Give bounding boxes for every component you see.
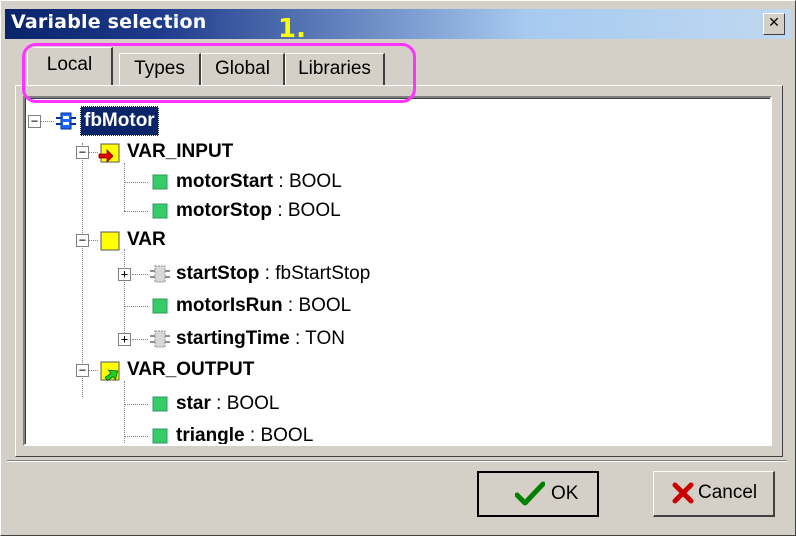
- function-block-icon: [56, 112, 76, 130]
- close-icon: ✕: [768, 15, 780, 31]
- expand-toggle[interactable]: +: [118, 333, 131, 346]
- tree-connector: [124, 404, 148, 405]
- title-bar[interactable]: Variable selection ✕: [5, 9, 791, 39]
- local-folder-icon: [100, 231, 120, 251]
- tree-item[interactable]: motorIsRun : BOOL: [176, 291, 351, 321]
- tree-connector: [124, 381, 125, 443]
- variable-selection-dialog: Variable selection ✕ 1. Local Types Glob…: [0, 0, 796, 536]
- tree-item[interactable]: startStop : fbStartStop: [176, 259, 370, 289]
- tree-item[interactable]: startingTime : TON: [176, 324, 345, 354]
- tree-connector: [124, 436, 148, 437]
- variable-icon: [152, 174, 168, 190]
- variable-icon: [152, 298, 168, 314]
- collapse-toggle[interactable]: −: [28, 115, 41, 128]
- x-mark-icon: [672, 482, 694, 504]
- tab-global[interactable]: Global: [201, 53, 285, 85]
- tab-local[interactable]: Local: [27, 47, 113, 85]
- annotation-number: 1.: [278, 14, 306, 44]
- instance-icon: [150, 265, 170, 283]
- input-folder-icon: [98, 143, 120, 163]
- output-folder-icon: [100, 361, 120, 382]
- checkmark-icon: [515, 481, 545, 506]
- tree-connector: [124, 306, 148, 307]
- ok-label: OK: [551, 483, 579, 504]
- close-button[interactable]: ✕: [763, 13, 785, 35]
- cancel-button[interactable]: Cancel: [653, 471, 775, 517]
- tree-connector: [132, 339, 148, 340]
- tree-connector: [132, 274, 148, 275]
- tree-group-var[interactable]: VAR: [127, 225, 166, 255]
- tree-connector: [88, 370, 98, 371]
- collapse-toggle[interactable]: −: [76, 146, 89, 159]
- collapse-toggle[interactable]: −: [76, 364, 89, 377]
- tree-connector: [124, 249, 125, 341]
- tree-connector: [124, 182, 148, 183]
- variable-icon: [152, 203, 168, 219]
- tree-item[interactable]: motorStop : BOOL: [176, 196, 341, 226]
- tree-connector: [82, 143, 83, 397]
- variable-icon: [152, 396, 168, 412]
- instance-icon: [150, 330, 170, 348]
- tree-item[interactable]: motorStart : BOOL: [176, 167, 342, 197]
- tree-group-var-output[interactable]: VAR_OUTPUT: [127, 355, 254, 385]
- expand-toggle[interactable]: +: [118, 268, 131, 281]
- tree-connector: [88, 240, 98, 241]
- tree-group-var-input[interactable]: VAR_INPUT: [127, 137, 233, 167]
- tab-libraries[interactable]: Libraries: [285, 53, 385, 85]
- cancel-label: Cancel: [698, 482, 758, 503]
- tree-connector: [124, 211, 148, 212]
- variable-icon: [152, 428, 168, 444]
- collapse-toggle[interactable]: −: [76, 234, 89, 247]
- window-title: Variable selection: [11, 11, 207, 33]
- tab-types[interactable]: Types: [119, 53, 201, 85]
- ok-button[interactable]: OK: [477, 471, 599, 517]
- tree-item[interactable]: star : BOOL: [176, 389, 280, 419]
- tree-connector: [40, 121, 54, 122]
- variable-tree[interactable]: − − − − + + fbMotor VAR_INPUT motorStart…: [23, 96, 772, 446]
- tree-connector: [124, 163, 125, 211]
- tree-item[interactable]: triangle : BOOL: [176, 421, 313, 444]
- divider: [7, 460, 787, 462]
- tree-connector: [88, 152, 98, 153]
- tree-node-root[interactable]: fbMotor: [80, 106, 159, 136]
